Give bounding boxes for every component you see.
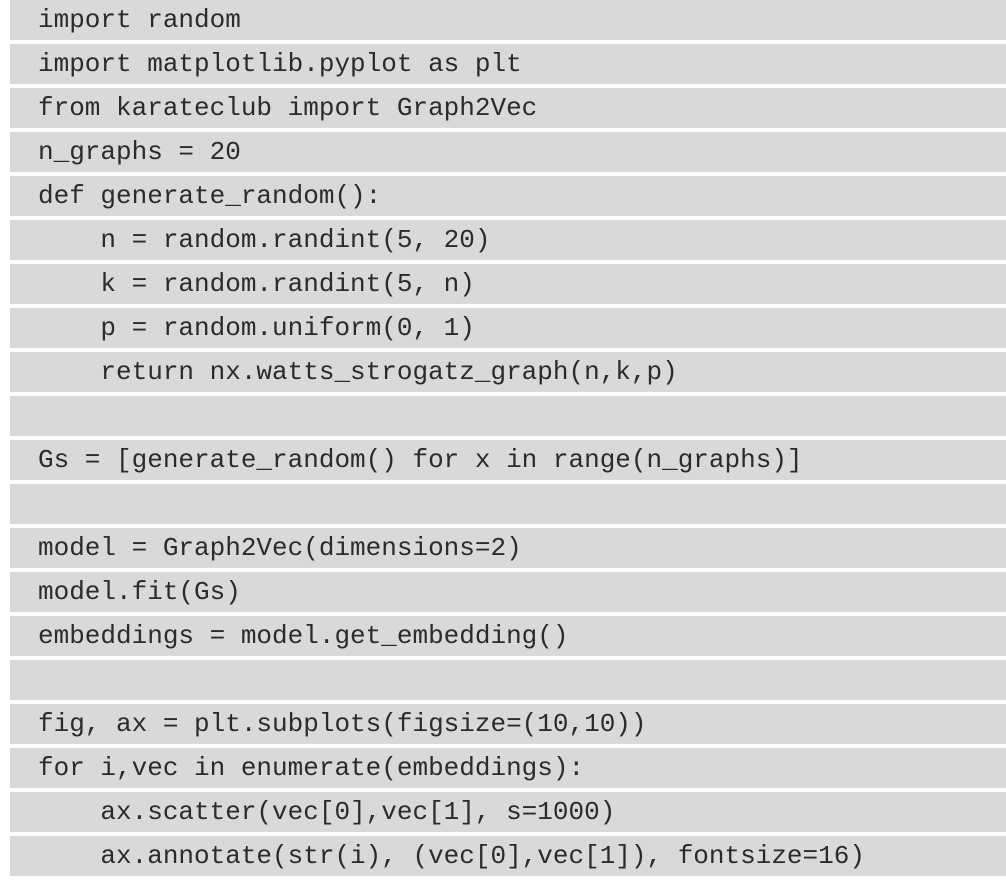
code-line-9: return nx.watts_strogatz_graph(n,k,p) xyxy=(10,352,1006,392)
code-line-2: import matplotlib.pyplot as plt xyxy=(10,44,1006,84)
code-line-13: model = Graph2Vec(dimensions=2) xyxy=(10,528,1006,568)
code-line-11: Gs = [generate_random() for x in range(n… xyxy=(10,440,1006,480)
code-line-10 xyxy=(10,396,1006,436)
code-line-7: k = random.randint(5, n) xyxy=(10,264,1006,304)
code-line-14: model.fit(Gs) xyxy=(10,572,1006,612)
code-line-5: def generate_random(): xyxy=(10,176,1006,216)
code-line-17: fig, ax = plt.subplots(figsize=(10,10)) xyxy=(10,704,1006,744)
code-line-12 xyxy=(10,484,1006,524)
code-line-18: for i,vec in enumerate(embeddings): xyxy=(10,748,1006,788)
code-block: import random import matplotlib.pyplot a… xyxy=(0,0,1006,889)
code-line-4: n_graphs = 20 xyxy=(10,132,1006,172)
code-line-3: from karateclub import Graph2Vec xyxy=(10,88,1006,128)
code-line-20: ax.annotate(str(i), (vec[0],vec[1]), fon… xyxy=(10,836,1006,876)
code-line-19: ax.scatter(vec[0],vec[1], s=1000) xyxy=(10,792,1006,832)
code-line-15: embeddings = model.get_embedding() xyxy=(10,616,1006,656)
code-line-16 xyxy=(10,660,1006,700)
code-line-1: import random xyxy=(10,0,1006,40)
code-line-6: n = random.randint(5, 20) xyxy=(10,220,1006,260)
code-line-8: p = random.uniform(0, 1) xyxy=(10,308,1006,348)
